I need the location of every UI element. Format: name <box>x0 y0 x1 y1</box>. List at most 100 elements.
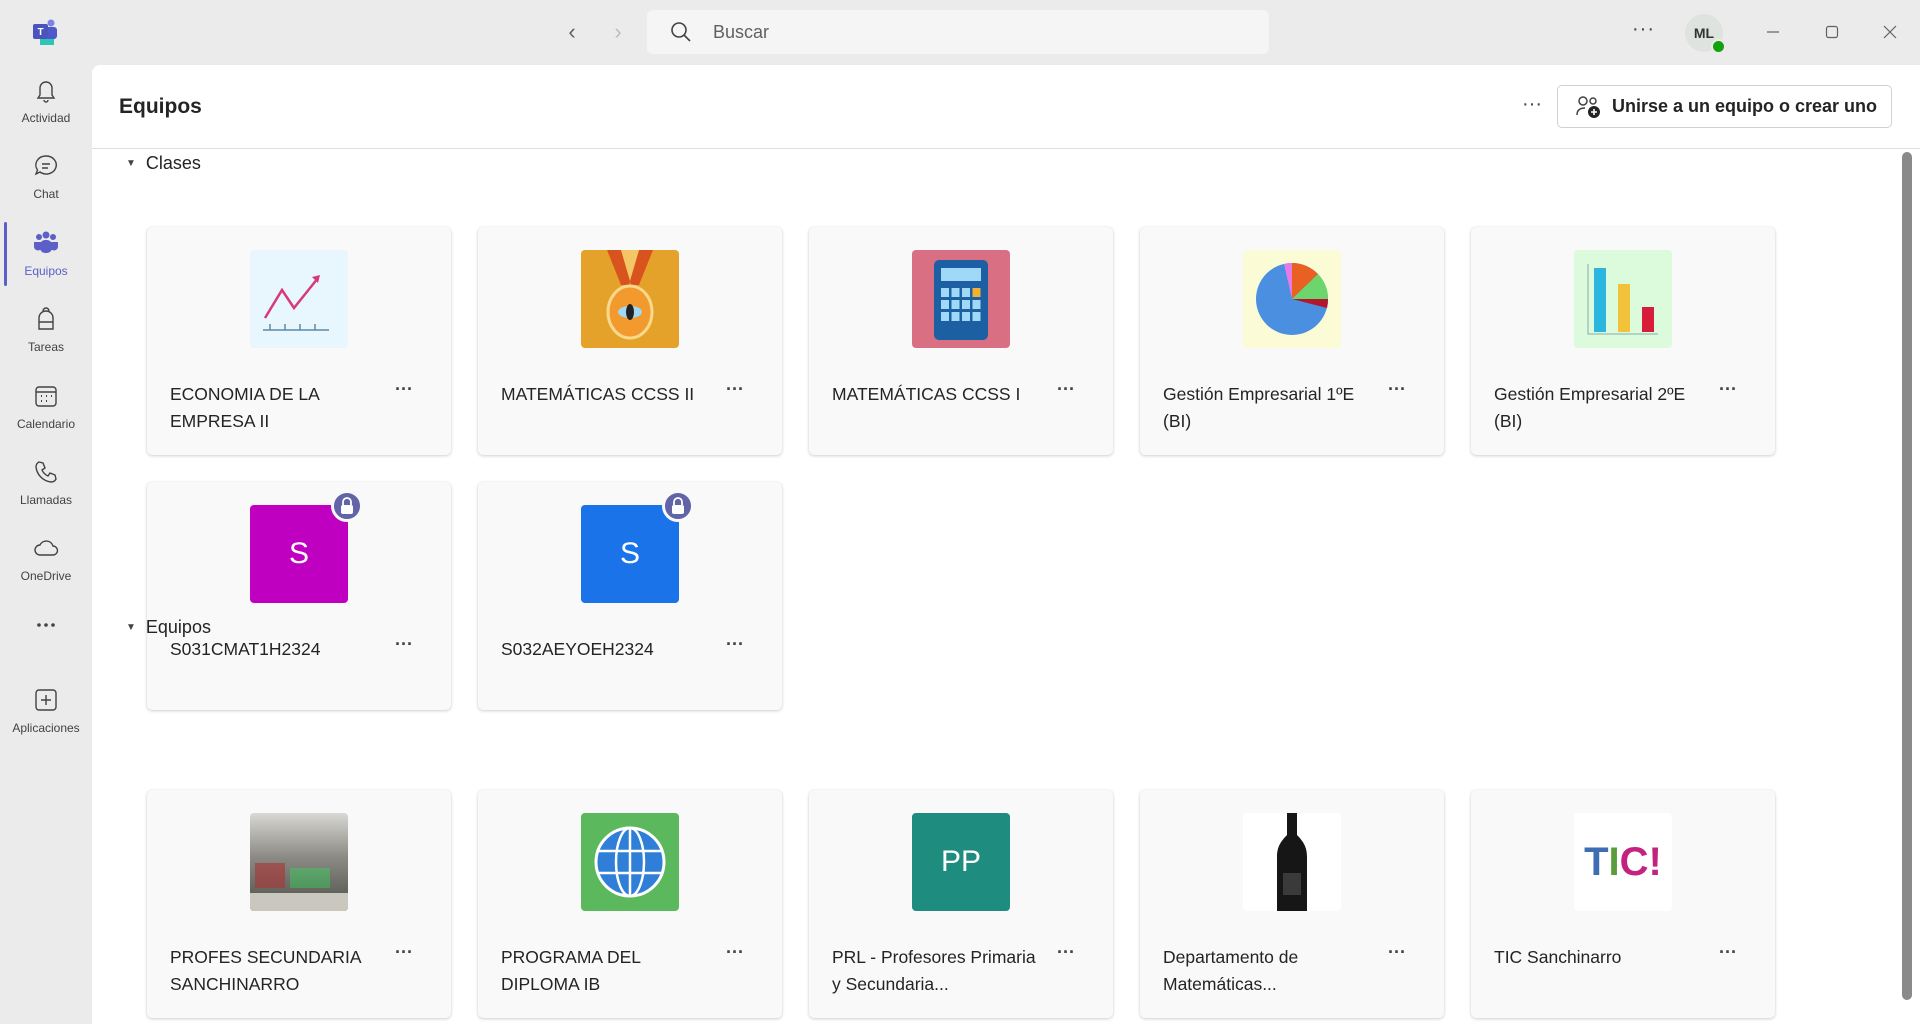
more-icon <box>37 623 55 627</box>
add-apps-icon <box>35 689 57 711</box>
team-more-options-button[interactable]: ··· <box>395 942 413 963</box>
section-equipos[interactable]: ▼ Equipos <box>126 617 211 638</box>
lock-icon <box>662 490 694 522</box>
close-button[interactable] <box>1874 16 1906 48</box>
teams-main-panel: Equipos ··· Unirse a un equipo o crear u… <box>92 65 1920 1024</box>
search-placeholder: Buscar <box>713 21 770 42</box>
team-name: S032AEYOEH2324 <box>501 639 654 659</box>
forward-button[interactable]: › <box>604 18 632 46</box>
team-name: Departamento de Matemáticas... <box>1163 947 1299 994</box>
team-name: PROFES SECUNDARIA SANCHINARRO <box>170 947 361 994</box>
cloud-icon <box>34 540 59 556</box>
team-name: MATEMÁTICAS CCSS II <box>501 384 695 404</box>
team-name: MATEMÁTICAS CCSS I <box>832 384 1021 404</box>
team-initials-image: S <box>250 505 348 603</box>
team-more-options-button[interactable]: ··· <box>1388 942 1406 963</box>
team-name: S031CMAT1H2324 <box>170 639 321 659</box>
caret-down-icon: ▼ <box>126 158 136 169</box>
minimize-button[interactable] <box>1757 16 1789 48</box>
people-add-icon <box>1576 95 1600 118</box>
sidebar-item-label: Chat <box>33 187 59 201</box>
chat-icon <box>34 155 57 176</box>
team-initials: PP <box>912 813 1010 911</box>
team-more-options-button[interactable]: ··· <box>1719 942 1737 963</box>
team-card[interactable]: MATEMÁTICAS CCSS II ··· <box>478 227 782 455</box>
sidebar-item-onedrive[interactable]: OneDrive <box>0 533 92 603</box>
sidebar-item-chat[interactable]: Chat <box>0 151 92 221</box>
caret-down-icon: ▼ <box>126 622 136 633</box>
section-label: Equipos <box>145 617 211 637</box>
avatar-initials: ML <box>1693 25 1715 41</box>
phone-icon <box>35 461 57 483</box>
team-line-chart-image <box>250 250 348 348</box>
team-more-options-button[interactable]: ··· <box>395 634 413 655</box>
team-tic-logo-image: TIC! <box>1574 813 1672 911</box>
team-calculator-image <box>912 250 1010 348</box>
team-more-options-button[interactable]: ··· <box>1719 379 1737 400</box>
sidebar-item-actividad[interactable]: Actividad <box>0 75 92 145</box>
team-card[interactable]: PROFES SECUNDARIA SANCHINARRO ··· <box>147 790 451 1018</box>
team-card[interactable]: MATEMÁTICAS CCSS I ··· <box>809 227 1113 455</box>
team-card[interactable]: Gestión Empresarial 2ºE (BI) ··· <box>1471 227 1775 455</box>
tic-logo: TIC! <box>1574 813 1672 911</box>
sidebar-item-label: Aplicaciones <box>12 721 80 735</box>
team-photo-image <box>250 813 348 911</box>
search-icon <box>671 22 691 42</box>
more-options-button[interactable]: ··· <box>1522 93 1542 116</box>
team-name: PROGRAMA DEL DIPLOMA IB <box>501 947 641 994</box>
team-card[interactable]: PROGRAMA DEL DIPLOMA IB ··· <box>478 790 782 1018</box>
sidebar-item-more[interactable] <box>0 610 92 680</box>
team-more-options-button[interactable]: ··· <box>726 634 744 655</box>
sidebar-item-tareas[interactable]: Tareas <box>0 304 92 374</box>
sidebar-item-label: Calendario <box>16 417 76 431</box>
team-card[interactable]: S S031CMAT1H2324 ··· <box>147 482 451 710</box>
sidebar-item-label: Equipos <box>24 264 68 278</box>
team-card[interactable]: Departamento de Matemáticas... ··· <box>1140 790 1444 1018</box>
team-bar-chart-image <box>1574 250 1672 348</box>
team-more-options-button[interactable]: ··· <box>1057 379 1075 400</box>
team-card[interactable]: Gestión Empresarial 1ºE (BI) ··· <box>1140 227 1444 455</box>
team-more-options-button[interactable]: ··· <box>726 942 744 963</box>
scrollbar[interactable] <box>1902 152 1912 1000</box>
team-name: ECONOMIA DE LA EMPRESA II <box>170 384 319 431</box>
section-clases[interactable]: ▼ Clases <box>126 153 201 174</box>
sidebar-item-label: Actividad <box>21 111 71 125</box>
sidebar-item-calendario[interactable]: Calendario <box>0 381 92 451</box>
sidebar-item-llamadas[interactable]: Llamadas <box>0 457 92 527</box>
calendar-icon <box>35 386 57 407</box>
team-name: TIC Sanchinarro <box>1494 947 1622 967</box>
bell-icon <box>36 81 56 103</box>
team-card[interactable]: TIC! TIC Sanchinarro ··· <box>1471 790 1775 1018</box>
maximize-button[interactable] <box>1816 16 1848 48</box>
back-button[interactable]: ‹ <box>558 18 586 46</box>
settings-more-button[interactable]: ··· <box>1632 18 1655 41</box>
team-initials: S <box>250 505 348 603</box>
team-card[interactable]: S S032AEYOEH2324 ··· <box>478 482 782 710</box>
title-bar: T ‹ › Buscar ··· ML <box>0 0 1920 65</box>
team-card[interactable]: ECONOMIA DE LA EMPRESA II ··· <box>147 227 451 455</box>
sidebar-item-label: OneDrive <box>20 569 72 583</box>
svg-text:T: T <box>37 27 43 38</box>
search-input[interactable]: Buscar <box>647 10 1269 54</box>
team-more-options-button[interactable]: ··· <box>1388 379 1406 400</box>
team-more-options-button[interactable]: ··· <box>1057 942 1075 963</box>
join-or-create-team-button[interactable]: Unirse a un equipo o crear uno <box>1557 85 1892 128</box>
teams-logo-icon: T <box>33 19 57 45</box>
app-bar: Actividad Chat Equipos Tareas Calendario Llam… <box>0 65 92 1024</box>
join-button-label: Unirse a un equipo o crear uno <box>1612 96 1878 116</box>
team-initials: S <box>581 505 679 603</box>
sidebar-item-equipos[interactable]: Equipos <box>0 228 92 298</box>
team-more-options-button[interactable]: ··· <box>726 379 744 400</box>
team-card[interactable]: PP PRL - Profesores Primaria y Secundari… <box>809 790 1113 1018</box>
section-label: Clases <box>145 153 201 173</box>
team-medal-image <box>581 250 679 348</box>
lock-icon <box>331 490 363 522</box>
svg-text:TIC!: TIC! <box>1584 840 1662 884</box>
avatar[interactable]: ML <box>1685 14 1726 54</box>
team-pie-chart-image <box>1243 250 1341 348</box>
sidebar-item-aplicaciones[interactable]: Aplicaciones <box>0 685 92 755</box>
sidebar-item-label: Tareas <box>27 340 65 354</box>
team-more-options-button[interactable]: ··· <box>395 379 413 400</box>
backpack-icon <box>38 307 54 330</box>
sidebar-item-label: Llamadas <box>19 493 73 507</box>
